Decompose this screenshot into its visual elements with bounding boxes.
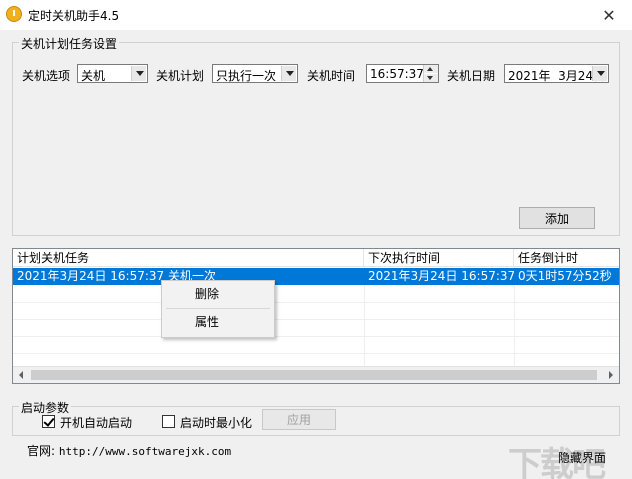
spin-down-icon[interactable] [424, 74, 438, 82]
menu-separator [166, 308, 270, 309]
autostart-label[interactable]: 开机自动启动 [60, 414, 132, 431]
shutdown-time-value: 16:57:37 [370, 67, 424, 81]
autostart-checkbox[interactable] [42, 415, 55, 428]
grid-divider [13, 336, 619, 337]
minimize-checkbox[interactable] [162, 415, 175, 428]
column-header-next-run[interactable]: 下次执行时间 [364, 249, 514, 267]
title-bar: 定时关机助手4.5 ✕ [0, 0, 632, 30]
close-button[interactable]: ✕ [586, 0, 632, 30]
column-header-countdown[interactable]: 任务倒计时 [514, 249, 619, 267]
spin-up-icon[interactable] [424, 65, 438, 73]
shutdown-plan-value: 只执行一次 [216, 69, 277, 83]
settings-group-title: 关机计划任务设置 [19, 35, 120, 52]
shutdown-date-value: 2021年 3月24日 [508, 69, 606, 83]
add-button[interactable]: 添加 [519, 207, 595, 229]
task-list-header: 计划关机任务 下次执行时间 任务倒计时 [13, 249, 619, 267]
website-label: 官网: [27, 444, 56, 458]
grid-divider [13, 319, 619, 320]
minimize-label[interactable]: 启动时最小化 [180, 414, 252, 431]
plan-label: 关机计划 [156, 69, 205, 83]
task-list[interactable]: 计划关机任务 下次执行时间 任务倒计时 2021年3月24日 16:57:37 … [12, 248, 620, 384]
shutdown-option-select[interactable]: 关机 [77, 64, 148, 83]
grid-divider [13, 302, 619, 303]
dialog-client-area: 关机计划任务设置 关机选项 关机 关机计划 只执行一次 关机时间 16:57:3… [0, 30, 632, 479]
date-label: 关机日期 [447, 69, 496, 83]
context-menu: 删除 属性 [161, 280, 275, 338]
window-title: 定时关机助手4.5 [28, 9, 120, 23]
menu-item-delete[interactable]: 删除 [164, 283, 272, 305]
hide-window-button[interactable]: 隐藏界面 [552, 445, 612, 469]
table-row[interactable]: 2021年3月24日 16:57:37 关机一次 2021年3月24日 16:5… [13, 268, 619, 285]
shutdown-time-input[interactable]: 16:57:37 [366, 64, 439, 83]
grid-divider [13, 353, 619, 354]
time-label: 关机时间 [307, 69, 356, 83]
close-icon: ✕ [602, 5, 616, 25]
apply-button[interactable]: 应用 [262, 409, 336, 430]
power-icon [6, 6, 22, 22]
next-run-cell: 2021年3月24日 16:57:37 [368, 269, 514, 283]
option-label: 关机选项 [22, 69, 71, 83]
website-line: 官网: http://www.softwarejxk.com [27, 442, 231, 459]
chevron-down-icon[interactable] [281, 66, 296, 81]
scroll-right-icon[interactable] [602, 367, 619, 383]
scroll-left-icon[interactable] [13, 367, 30, 383]
chevron-down-icon[interactable] [131, 66, 146, 81]
time-spinner [423, 65, 438, 82]
shutdown-date-picker[interactable]: 2021年 3月24日 [504, 64, 609, 83]
scroll-thumb[interactable] [31, 370, 597, 380]
menu-item-properties[interactable]: 属性 [164, 311, 272, 333]
shutdown-plan-select[interactable]: 只执行一次 [212, 64, 298, 83]
website-link[interactable]: http://www.softwarejxk.com [59, 445, 231, 458]
horizontal-scrollbar[interactable] [13, 366, 619, 383]
column-header-task[interactable]: 计划关机任务 [13, 249, 364, 267]
countdown-cell: 0天1时57分52秒 [518, 269, 612, 283]
chevron-down-icon[interactable] [592, 66, 607, 81]
shutdown-option-value: 关机 [81, 69, 106, 83]
